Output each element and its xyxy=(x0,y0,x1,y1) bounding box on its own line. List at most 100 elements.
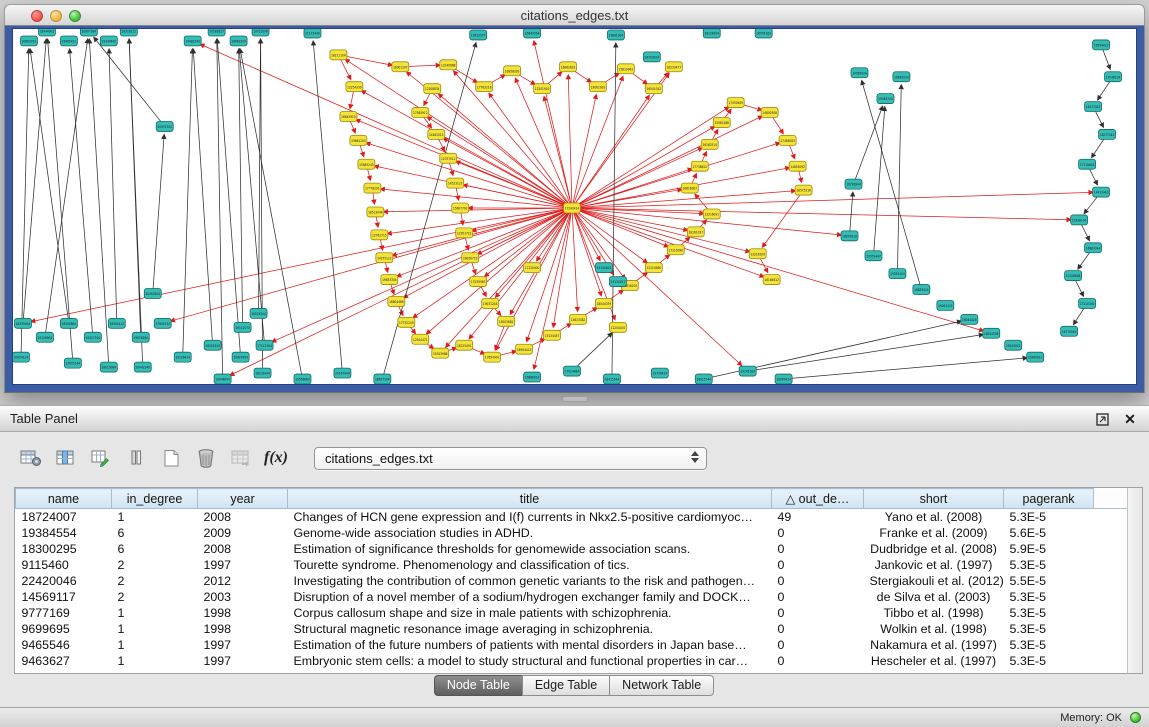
graph-node[interactable]: 12762715 xyxy=(371,230,388,240)
graph-node[interactable]: 15981288 xyxy=(713,118,730,128)
cell-pagerank[interactable]: 5.3E-5 xyxy=(1004,621,1094,637)
cell-in_degree[interactable]: 1 xyxy=(112,637,198,653)
graph-node[interactable]: 16793944 xyxy=(845,179,862,189)
tab-edge-table[interactable]: Edge Table xyxy=(522,675,610,696)
graph-node[interactable]: 20260504 xyxy=(144,289,161,299)
table-row[interactable]: 969969511998Structural magnetic resonanc… xyxy=(16,621,1129,637)
window-minimize-button[interactable] xyxy=(50,10,62,22)
citation-edge[interactable] xyxy=(453,71,572,208)
citation-edge[interactable] xyxy=(572,208,688,230)
graph-node[interactable]: 17210096 xyxy=(667,245,684,255)
cell-short[interactable]: Hescheler et al. (1997) xyxy=(864,653,1004,669)
graph-node[interactable]: 16044424 xyxy=(961,314,978,324)
column-header-name[interactable]: name xyxy=(16,489,112,509)
citation-edge[interactable] xyxy=(572,208,1071,220)
graph-node[interactable]: 18503024 xyxy=(643,52,660,62)
graph-node[interactable]: 18125491 xyxy=(456,340,473,350)
cell-short[interactable]: Yano et al. (2008) xyxy=(864,509,1004,526)
cell-name[interactable]: 9115460 xyxy=(16,557,112,573)
graph-node[interactable]: 14613382 xyxy=(570,314,587,324)
citation-edge[interactable] xyxy=(897,85,901,274)
citation-edge[interactable] xyxy=(109,49,117,323)
cell-name[interactable]: 9777169 xyxy=(16,605,112,621)
cell-short[interactable]: Nakamura et al. (1997) xyxy=(864,637,1004,653)
citation-edge[interactable] xyxy=(572,208,647,263)
citation-edge[interactable] xyxy=(572,208,742,366)
graph-node[interactable]: 18339044 xyxy=(14,318,31,328)
cell-year[interactable]: 2008 xyxy=(198,541,288,557)
graph-node[interactable]: 20807384 xyxy=(80,29,97,36)
row-tools-button[interactable] xyxy=(123,445,149,471)
cell-pagerank[interactable]: 5.3E-5 xyxy=(1004,509,1094,526)
graph-node[interactable]: 19061903 xyxy=(589,82,606,92)
graph-node[interactable]: 18277441 xyxy=(1085,102,1102,112)
graph-node[interactable]: 19861304 xyxy=(607,30,624,40)
citation-edge[interactable] xyxy=(748,335,984,372)
import-table-button[interactable] xyxy=(228,445,254,471)
column-header-title[interactable]: title xyxy=(288,489,772,509)
graph-node[interactable]: 14413440 xyxy=(1093,187,1110,197)
cell-short[interactable]: Franke et al. (2009) xyxy=(864,525,1004,541)
graph-node[interactable]: 18518244 xyxy=(250,308,267,318)
delete-table-button[interactable] xyxy=(193,445,219,471)
graph-node[interactable]: 16770561 xyxy=(1061,326,1078,336)
citation-edge[interactable] xyxy=(272,208,572,342)
cell-short[interactable]: de Silva et al. (2003) xyxy=(864,589,1004,605)
graph-node[interactable]: 16883344 xyxy=(1085,243,1102,253)
graph-node[interactable]: 13201910 xyxy=(534,84,551,94)
cell-year[interactable]: 1997 xyxy=(198,653,288,669)
column-header-out_degree[interactable]: △ out_de… xyxy=(772,489,864,509)
cell-year[interactable]: 1997 xyxy=(198,637,288,653)
cell-title[interactable]: Genome-wide association studies in ADHD. xyxy=(288,525,772,541)
cell-in_degree[interactable]: 2 xyxy=(112,589,198,605)
citation-edge[interactable] xyxy=(383,208,572,212)
cell-title[interactable]: Disruption of a novel member of a sodium… xyxy=(288,589,772,605)
cell-pagerank[interactable]: 5.5E-5 xyxy=(1004,573,1094,589)
window-close-button[interactable] xyxy=(31,10,43,22)
graph-node[interactable]: 16645024 xyxy=(893,72,910,82)
graph-node[interactable]: 19393424 xyxy=(889,269,906,279)
table-row[interactable]: 1872400712008Changes of HCN gene express… xyxy=(16,509,1129,526)
graph-node[interactable]: 15134457 xyxy=(609,277,626,287)
graph-node[interactable]: 16541042 xyxy=(645,84,662,94)
graph-node[interactable]: 20167044 xyxy=(334,368,351,378)
graph-node[interactable]: 16649394 xyxy=(524,29,541,38)
cell-name[interactable]: 14569117 xyxy=(16,589,112,605)
graph-node[interactable]: 18544339 xyxy=(595,298,612,308)
graph-node[interactable]: 20379447 xyxy=(865,251,882,261)
cell-in_degree[interactable]: 1 xyxy=(112,653,198,669)
graph-node[interactable]: 19556684 xyxy=(294,374,311,384)
cell-out_degree[interactable]: 0 xyxy=(772,605,864,621)
citation-edge[interactable] xyxy=(21,49,29,357)
graph-node[interactable]: 19730424 xyxy=(651,368,668,378)
graph-node[interactable]: 18944002 xyxy=(38,29,55,36)
table-row[interactable]: 977716911998Corpus callosum shape and si… xyxy=(16,605,1129,621)
graph-node[interactable]: 20054124 xyxy=(13,352,29,362)
graph-node[interactable]: 12106648 xyxy=(1065,271,1082,281)
graph-node[interactable]: 17710644 xyxy=(1079,159,1096,169)
citation-edge[interactable] xyxy=(854,106,883,184)
table-row[interactable]: 1938455462009Genome-wide association stu… xyxy=(16,525,1129,541)
cell-title[interactable]: Changes of HCN gene expression and I(f) … xyxy=(288,509,772,526)
cell-in_degree[interactable]: 1 xyxy=(112,509,198,526)
graph-node[interactable]: 12254339 xyxy=(346,82,363,92)
graph-node[interactable]: 19126904 xyxy=(36,332,53,342)
graph-node[interactable]: 18099424 xyxy=(775,374,792,384)
graph-node[interactable]: 20056719 xyxy=(462,253,479,263)
cell-out_degree[interactable]: 0 xyxy=(772,525,864,541)
citation-edge[interactable] xyxy=(313,41,342,373)
graph-node[interactable]: 19565004 xyxy=(851,68,868,78)
graph-node[interactable]: 17220400 xyxy=(524,263,541,273)
graph-node[interactable]: 19018264 xyxy=(132,332,149,342)
cell-pagerank[interactable]: 5.3E-5 xyxy=(1004,605,1094,621)
graph-node[interactable]: 16203681 xyxy=(498,316,515,326)
cell-pagerank[interactable]: 5.3E-5 xyxy=(1004,637,1094,653)
graph-node[interactable]: 19046004 xyxy=(214,374,231,384)
citation-edge[interactable] xyxy=(397,208,572,277)
citation-edge[interactable] xyxy=(572,95,649,208)
cell-in_degree[interactable]: 1 xyxy=(112,621,198,637)
cell-in_degree[interactable]: 6 xyxy=(112,541,198,557)
graph-node[interactable]: 19245012 xyxy=(1005,340,1022,350)
graph-node[interactable]: 19721096 xyxy=(252,29,269,36)
table-row[interactable]: 2242004622012Investigating the contribut… xyxy=(16,573,1129,589)
